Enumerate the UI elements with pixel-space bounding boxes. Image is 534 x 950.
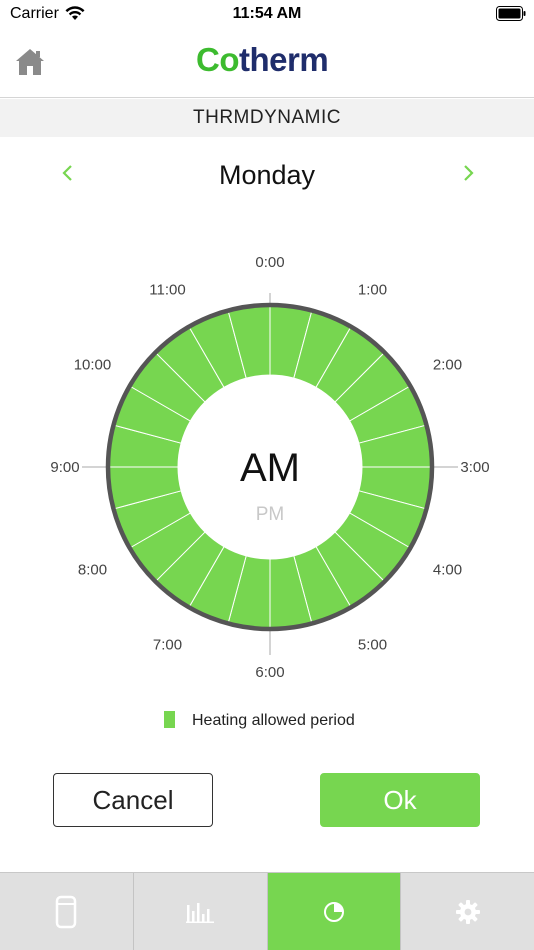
hour-label: 5:00 — [358, 637, 387, 654]
tab-bar — [0, 872, 534, 950]
hour-label: 10:00 — [74, 357, 112, 374]
hour-label: 6:00 — [255, 664, 284, 681]
hour-label: 1:00 — [358, 281, 387, 298]
tab-settings[interactable] — [401, 873, 534, 950]
clock-time: 11:54 AM — [232, 5, 302, 22]
tab-schedule[interactable] — [267, 873, 402, 950]
app-header: Cotherm — [0, 28, 534, 98]
ok-button[interactable]: Ok — [320, 773, 480, 827]
pm-toggle[interactable]: PM — [256, 504, 285, 525]
pie-chart-icon — [323, 901, 344, 922]
device-icon — [56, 895, 77, 928]
chevron-right-icon[interactable] — [452, 158, 482, 188]
hour-label: 4:00 — [433, 562, 462, 579]
cancel-button[interactable]: Cancel — [53, 773, 213, 827]
legend-swatch — [164, 711, 175, 728]
day-navigation: Monday — [0, 150, 534, 200]
hour-label: 0:00 — [255, 254, 284, 271]
status-bar: Carrier 11:54 AM — [0, 0, 534, 28]
hour-label: 3:00 — [460, 459, 489, 476]
hour-label: 9:00 — [50, 459, 79, 476]
battery-icon — [496, 6, 526, 21]
device-name: THRMDYNAMIC — [0, 99, 534, 137]
cotherm-logo: Cotherm — [196, 41, 329, 78]
home-icon[interactable] — [14, 46, 46, 78]
hour-label: 2:00 — [433, 357, 462, 374]
legend: Heating allowed period — [0, 708, 534, 734]
schedule-clock[interactable]: 0:00 1:00 2:00 3:00 4:00 5:00 6:00 7:00 8:00 9:00… — [0, 240, 534, 700]
am-toggle[interactable]: AM — [240, 446, 300, 490]
legend-label: Heating allowed period — [192, 712, 355, 729]
tab-device[interactable] — [0, 873, 134, 950]
gear-icon — [455, 899, 480, 924]
bar-chart-icon — [186, 902, 215, 923]
tab-statistics[interactable] — [134, 873, 268, 950]
hour-label: 11:00 — [149, 281, 185, 298]
hour-label: 8:00 — [78, 562, 107, 579]
hour-label: 7:00 — [153, 637, 182, 654]
